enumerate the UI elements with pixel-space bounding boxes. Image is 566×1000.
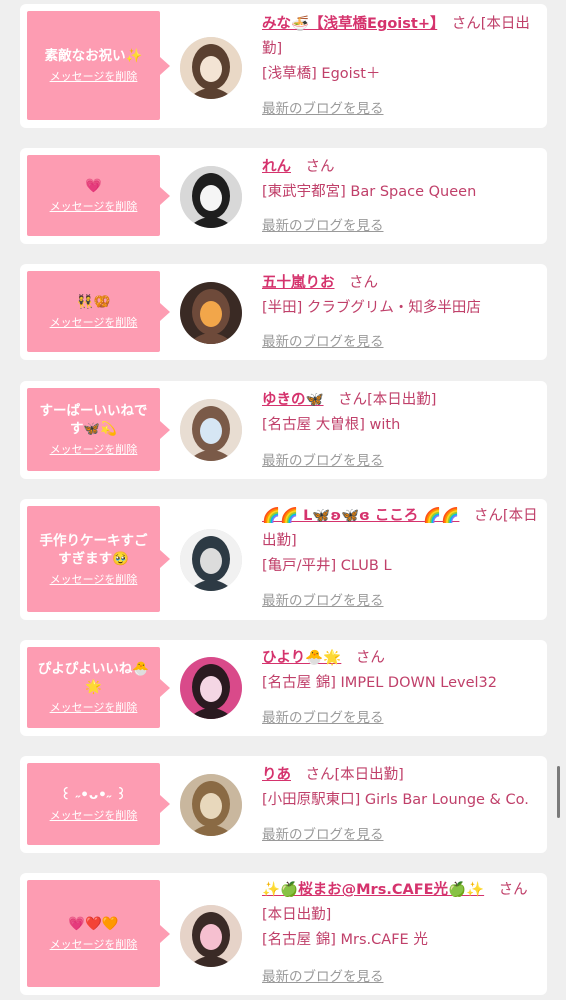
- cast-info: 🌈🌈 L🦋ʚ🦋ɞ こころ 🌈🌈 さん[本日出勤] [亀戸/平井] CLUB L …: [262, 499, 539, 609]
- message-bubble: 素敵なお祝い✨ メッセージを削除: [27, 11, 170, 120]
- greeting-card: すーぱーいいねです🦋💫 メッセージを削除 ゆきの🦋 さん[本日出勤] [名古屋 …: [20, 381, 547, 479]
- delete-message-link[interactable]: メッセージを削除: [50, 572, 138, 587]
- cast-info: ゆきの🦋 さん[本日出勤] [名古屋 大曽根] with 最新のブログを見る: [262, 381, 539, 469]
- cast-name-link[interactable]: みな🍜【浅草橋Egoist+】: [262, 16, 437, 32]
- cast-info: みな🍜【浅草橋Egoist+】 さん[本日出勤] [浅草橋] Egoist＋ 最…: [262, 4, 539, 117]
- delete-message-link[interactable]: メッセージを削除: [50, 315, 138, 330]
- cast-avatar[interactable]: [180, 166, 242, 228]
- delete-message-link[interactable]: メッセージを削除: [50, 199, 138, 214]
- message-bubble: ぴよぴよいいね🐣🌟 メッセージを削除: [27, 647, 170, 728]
- message-bubble: ꒰ ˶•ᴗ•˶ ꒱ メッセージを削除: [27, 763, 170, 845]
- message-bubble: 💗 メッセージを削除: [27, 155, 170, 236]
- cast-info: れん さん [東武宇都宮] Bar Space Queen 最新のブログを見る: [262, 148, 539, 234]
- scrollbar[interactable]: [557, 766, 560, 818]
- greeting-card: ꒰ ˶•ᴗ•˶ ꒱ メッセージを削除 りあ さん[本日出勤] [小田原駅東口] …: [20, 756, 547, 853]
- honorific: さん: [451, 16, 481, 32]
- latest-blog-link[interactable]: 最新のブログを見る: [262, 965, 384, 990]
- honorific: さん: [473, 508, 503, 524]
- shop-name: [亀戸/平井] CLUB L: [262, 558, 392, 574]
- latest-blog-link[interactable]: 最新のブログを見る: [262, 589, 384, 614]
- greeting-card: 💗❤️🧡 メッセージを削除 ✨🍏桜まお@Mrs.CAFE光🍏✨ さん [本日出勤]…: [20, 873, 547, 995]
- message-text: すーぱーいいねです🦋💫: [39, 403, 148, 437]
- cast-avatar[interactable]: [180, 905, 242, 967]
- message-text: 手作りケーキすごすぎます🥹: [39, 532, 148, 567]
- greeting-card: ぴよぴよいいね🐣🌟 メッセージを削除 ひより🐣🌟 さん [名古屋 錦] IMPE…: [20, 640, 547, 736]
- latest-blog-link[interactable]: 最新のブログを見る: [262, 330, 384, 355]
- honorific: さん: [338, 392, 368, 408]
- cast-name-link[interactable]: ✨🍏桜まお@Mrs.CAFE光🍏✨: [262, 882, 484, 898]
- status-badge: [本日出勤]: [262, 907, 332, 923]
- message-text: 💗❤️🧡: [68, 916, 119, 932]
- cast-name-link[interactable]: れん: [262, 159, 291, 175]
- greeting-card: 👯🥨 メッセージを削除 五十嵐りお さん [半田] クラブグリム・知多半田店 最…: [20, 264, 547, 360]
- delete-message-link[interactable]: メッセージを削除: [50, 937, 138, 952]
- cast-info: 五十嵐りお さん [半田] クラブグリム・知多半田店 最新のブログを見る: [262, 264, 539, 350]
- honorific: さん: [349, 275, 378, 291]
- message-bubble: 💗❤️🧡 メッセージを削除: [27, 880, 170, 987]
- cast-name-link[interactable]: ゆきの🦋: [262, 392, 324, 408]
- message-text: 素敵なお祝い✨: [44, 48, 143, 64]
- cast-avatar[interactable]: [180, 657, 242, 719]
- latest-blog-link[interactable]: 最新のブログを見る: [262, 823, 384, 848]
- woman-photo-icon: [180, 399, 242, 461]
- message-text: 👯🥨: [76, 294, 111, 310]
- honorific: さん: [355, 650, 385, 666]
- shop-name: [名古屋 錦] Mrs.CAFE 光: [262, 932, 428, 948]
- woman-photo-icon: [180, 37, 242, 99]
- mannequin-photo-icon: [180, 529, 242, 591]
- delete-message-link[interactable]: メッセージを削除: [50, 808, 138, 823]
- honorific: さん: [305, 159, 335, 175]
- shop-name: [名古屋 大曽根] with: [262, 417, 401, 433]
- latest-blog-link[interactable]: 最新のブログを見る: [262, 214, 384, 239]
- message-text: 💗: [85, 178, 102, 194]
- greeting-card: 💗 メッセージを削除 れん さん [東武宇都宮] Bar Space Queen…: [20, 148, 547, 244]
- delete-message-link[interactable]: メッセージを削除: [50, 700, 138, 715]
- honorific: さん: [498, 882, 528, 898]
- cast-avatar[interactable]: [180, 399, 242, 461]
- shop-name: [名古屋 錦] IMPEL DOWN Level32: [262, 675, 498, 691]
- message-text: ꒰ ˶•ᴗ•˶ ꒱: [60, 786, 127, 803]
- greeting-card: 手作りケーキすごすぎます🥹 メッセージを削除 🌈🌈 L🦋ʚ🦋ɞ こころ 🌈🌈 さ…: [20, 499, 547, 620]
- status-badge: [本日出勤]: [334, 767, 404, 783]
- cast-name-link[interactable]: 🌈🌈 L🦋ʚ🦋ɞ こころ 🌈🌈: [262, 508, 459, 524]
- greeting-card: 素敵なお祝い✨ メッセージを削除 みな🍜【浅草橋Egoist+】 さん[本日出勤…: [20, 4, 547, 128]
- cast-info: ✨🍏桜まお@Mrs.CAFE光🍏✨ さん [本日出勤] [名古屋 錦] Mrs.C…: [262, 873, 539, 985]
- cast-name-link[interactable]: ひより🐣🌟: [262, 650, 341, 666]
- shop-name: [半田] クラブグリム・知多半田店: [262, 300, 481, 316]
- cast-avatar[interactable]: [180, 774, 242, 836]
- shop-name: [浅草橋] Egoist＋: [262, 66, 381, 82]
- woman-photo-icon: [180, 282, 242, 344]
- cast-avatar[interactable]: [180, 529, 242, 591]
- woman-photo-icon: [180, 657, 242, 719]
- message-bubble: すーぱーいいねです🦋💫 メッセージを削除: [27, 388, 170, 471]
- cast-info: ひより🐣🌟 さん [名古屋 錦] IMPEL DOWN Level32 最新のブ…: [262, 640, 539, 726]
- cast-avatar[interactable]: [180, 282, 242, 344]
- shop-name: [東武宇都宮] Bar Space Queen: [262, 184, 477, 200]
- cast-name-link[interactable]: りあ: [262, 767, 291, 783]
- status-badge: [本日出勤]: [367, 392, 437, 408]
- cast-avatar[interactable]: [180, 37, 242, 99]
- shop-name: [小田原駅東口] Girls Bar Lounge & Co.: [262, 792, 529, 808]
- latest-blog-link[interactable]: 最新のブログを見る: [262, 97, 384, 122]
- message-bubble: 手作りケーキすごすぎます🥹 メッセージを削除: [27, 506, 170, 612]
- woman-photo-icon: [180, 905, 242, 967]
- latest-blog-link[interactable]: 最新のブログを見る: [262, 449, 384, 474]
- delete-message-link[interactable]: メッセージを削除: [50, 442, 138, 457]
- cast-name-link[interactable]: 五十嵐りお: [262, 275, 335, 291]
- latest-blog-link[interactable]: 最新のブログを見る: [262, 706, 384, 731]
- cast-info: りあ さん[本日出勤] [小田原駅東口] Girls Bar Lounge & …: [262, 756, 539, 843]
- delete-message-link[interactable]: メッセージを削除: [50, 69, 138, 84]
- woman-photo-icon: [180, 774, 242, 836]
- honorific: さん: [305, 767, 335, 783]
- message-bubble: 👯🥨 メッセージを削除: [27, 271, 170, 352]
- woman-photo-icon: [180, 166, 242, 228]
- message-text: ぴよぴよいいね🐣🌟: [37, 661, 150, 695]
